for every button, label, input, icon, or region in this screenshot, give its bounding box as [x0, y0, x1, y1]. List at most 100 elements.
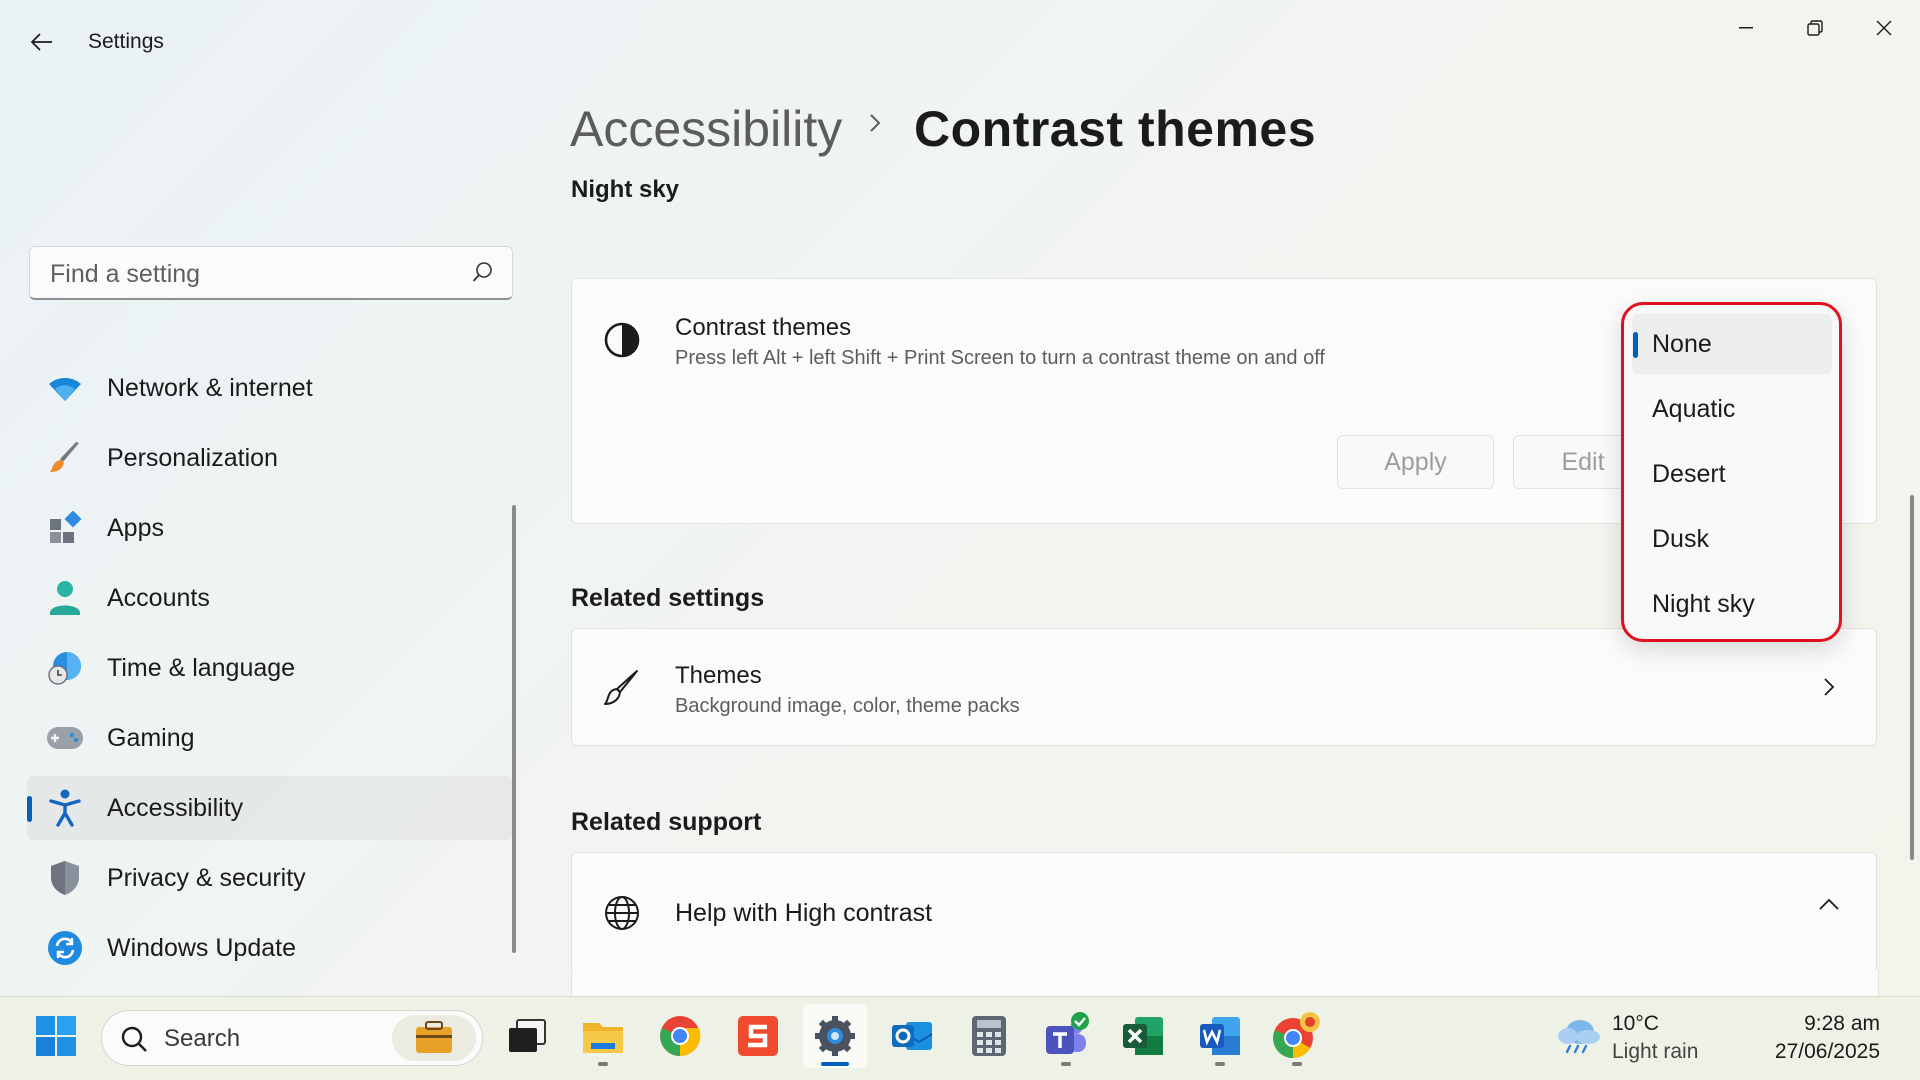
- settings-button[interactable]: [803, 1004, 867, 1068]
- accessibility-icon: [45, 788, 85, 828]
- theme-option-desert[interactable]: Desert: [1632, 444, 1832, 504]
- active-indicator: [821, 1062, 849, 1066]
- excel-button[interactable]: [1111, 1004, 1175, 1068]
- chrome-button[interactable]: [648, 1004, 712, 1068]
- windows-logo-icon: [36, 1016, 76, 1056]
- theme-option-label: Dusk: [1652, 524, 1709, 553]
- excel-icon: [1123, 1017, 1163, 1055]
- sidebar-item-network[interactable]: Network & internet: [27, 356, 513, 420]
- sidebar-item-label: Time & language: [107, 653, 296, 682]
- person-icon: [45, 578, 85, 618]
- sidebar-item-accessibility[interactable]: Accessibility: [27, 776, 513, 840]
- outlook-button[interactable]: [880, 1004, 944, 1068]
- back-button[interactable]: [22, 22, 62, 62]
- back-arrow-icon: [31, 33, 52, 51]
- update-icon: [45, 928, 85, 968]
- chrome-icon: [660, 1016, 701, 1056]
- apps-icon: [45, 508, 85, 548]
- sidebar-item-accounts[interactable]: Accounts: [27, 566, 513, 630]
- restore-icon: [1807, 20, 1823, 36]
- sidebar-item-label: Accessibility: [107, 793, 244, 822]
- brush-icon: [603, 668, 641, 713]
- sidebar-item-label: Gaming: [107, 723, 195, 752]
- file-explorer-button[interactable]: [571, 1004, 635, 1068]
- globe-clock-icon: [45, 648, 85, 688]
- briefcase-highlight-icon[interactable]: [392, 1015, 476, 1061]
- sidebar-item-gaming[interactable]: Gaming: [27, 706, 513, 770]
- clock-time[interactable]: 9:28 am: [1780, 1012, 1880, 1036]
- weather-condition[interactable]: Light rain: [1612, 1040, 1698, 1064]
- main-scrollbar[interactable]: [1910, 495, 1914, 860]
- sidebar-scrollbar[interactable]: [512, 505, 516, 953]
- current-theme-name: Night sky: [571, 176, 680, 203]
- themes-description: Background image, color, theme packs: [675, 695, 1020, 717]
- selection-indicator: [27, 796, 32, 822]
- breadcrumb-parent[interactable]: Accessibility: [570, 100, 842, 158]
- theme-option-aquatic[interactable]: Aquatic: [1632, 379, 1832, 439]
- theme-option-none[interactable]: None: [1632, 314, 1832, 374]
- word-icon: [1200, 1017, 1240, 1055]
- maximize-button[interactable]: [1781, 6, 1849, 50]
- theme-option-dusk[interactable]: Dusk: [1632, 509, 1832, 569]
- sidebar-item-label: Apps: [107, 513, 164, 542]
- contrast-themes-description: Press left Alt + left Shift + Print Scre…: [675, 347, 1325, 369]
- clock-date[interactable]: 27/06/2025: [1740, 1040, 1880, 1064]
- apply-button[interactable]: Apply: [1337, 435, 1494, 489]
- themes-link-card[interactable]: [571, 628, 1877, 746]
- taskbar-search-box[interactable]: Search: [101, 1010, 483, 1066]
- find-setting-input[interactable]: [48, 257, 452, 291]
- sidebar-item-time-language[interactable]: Time & language: [27, 636, 513, 700]
- settings-gear-icon: [815, 1016, 855, 1056]
- theme-option-label: Night sky: [1652, 589, 1755, 618]
- sidebar-item-label: Personalization: [107, 443, 278, 472]
- word-button[interactable]: [1188, 1004, 1252, 1068]
- folder-icon: [583, 1023, 623, 1053]
- snagit-button[interactable]: [726, 1004, 790, 1068]
- minimize-icon: [1739, 27, 1753, 29]
- sidebar-item-personalization[interactable]: Personalization: [27, 426, 513, 490]
- running-indicator: [598, 1062, 608, 1066]
- calculator-button[interactable]: [957, 1004, 1021, 1068]
- related-settings-heading: Related settings: [571, 584, 765, 612]
- sidebar-item-label: Network & internet: [107, 373, 313, 402]
- calculator-icon: [972, 1016, 1006, 1056]
- start-button[interactable]: [24, 1004, 88, 1068]
- minimize-button[interactable]: [1712, 6, 1780, 50]
- sidebar-item-privacy-security[interactable]: Privacy & security: [27, 846, 513, 910]
- task-view-icon: [509, 1019, 546, 1052]
- shield-icon: [45, 858, 85, 898]
- sidebar-item-label: Accounts: [107, 583, 210, 612]
- search-icon[interactable]: [472, 261, 494, 283]
- chrome-profile-button[interactable]: [1265, 1004, 1329, 1068]
- sidebar-item-label: Privacy & security: [107, 863, 306, 892]
- theme-option-night-sky[interactable]: Night sky: [1632, 574, 1832, 634]
- sidebar-item-label: Windows Update: [107, 933, 296, 962]
- task-view-button[interactable]: [495, 1004, 559, 1068]
- running-indicator: [1215, 1062, 1225, 1066]
- snagit-icon: [738, 1016, 778, 1056]
- running-indicator: [1292, 1062, 1302, 1066]
- cloud-rain-icon[interactable]: [1556, 1016, 1602, 1061]
- breadcrumb-chevron-icon: [868, 112, 882, 139]
- find-setting-box[interactable]: [29, 246, 513, 300]
- paintbrush-icon: [45, 438, 85, 478]
- chevron-up-icon[interactable]: [1818, 898, 1840, 917]
- page-title: Contrast themes: [914, 101, 1317, 157]
- chrome-profile-icon: [1273, 1012, 1320, 1058]
- sidebar-item-windows-update[interactable]: Windows Update: [27, 916, 513, 980]
- close-icon: [1876, 20, 1892, 36]
- teams-icon: [1046, 1012, 1089, 1054]
- sidebar-item-apps[interactable]: Apps: [27, 496, 513, 560]
- chevron-right-icon: [1822, 676, 1836, 703]
- search-icon: [121, 1026, 147, 1052]
- theme-option-label: Desert: [1652, 459, 1726, 488]
- weather-temperature[interactable]: 10°C: [1612, 1012, 1659, 1036]
- contrast-themes-title: Contrast themes: [675, 314, 852, 341]
- teams-button[interactable]: [1034, 1004, 1098, 1068]
- themes-title: Themes: [675, 662, 762, 689]
- contrast-theme-dropdown[interactable]: None Aquatic Desert Dusk Night sky: [1621, 302, 1842, 642]
- running-indicator: [1061, 1062, 1071, 1066]
- close-button[interactable]: [1850, 6, 1918, 50]
- app-title: Settings: [88, 30, 164, 53]
- related-support-heading: Related support: [571, 808, 762, 836]
